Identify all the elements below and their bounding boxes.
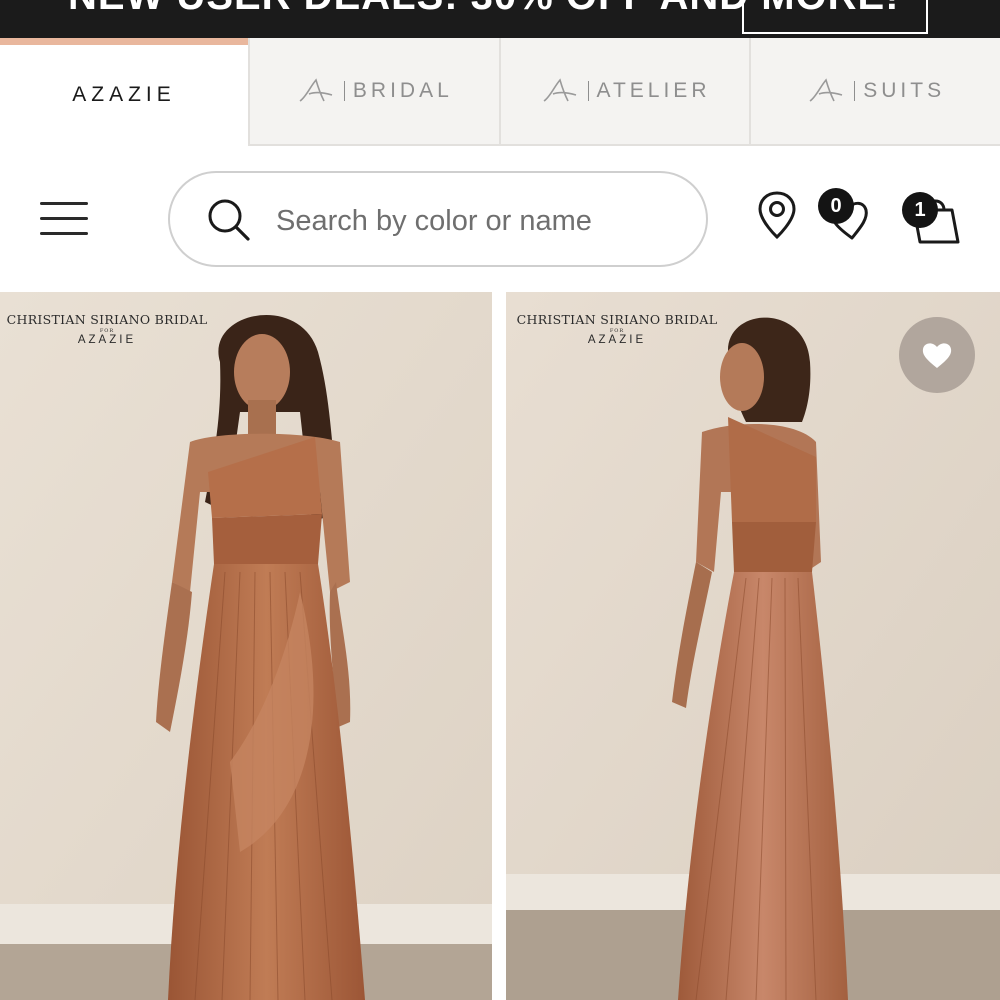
azazie-a-logo-icon bbox=[296, 77, 336, 105]
designer-name: CHRISTIAN SIRIANO BRIDAL bbox=[516, 312, 718, 327]
tab-azazie-label: AZAZIE bbox=[72, 83, 176, 106]
tab-atelier[interactable]: ATELIER bbox=[498, 38, 750, 146]
tab-divider bbox=[854, 81, 856, 101]
menu-icon[interactable] bbox=[40, 198, 90, 238]
tab-suits[interactable]: SUITS bbox=[749, 38, 1000, 146]
brand-tabs: AZAZIE BRIDAL ATELIER SUITS bbox=[0, 38, 1000, 146]
designer-logo: CHRISTIAN SIRIANO BRIDAL FOR AZAZIE bbox=[512, 312, 722, 346]
wishlist-button[interactable]: 0 bbox=[818, 188, 880, 244]
search-icon bbox=[208, 199, 250, 241]
tab-suits-label: SUITS bbox=[863, 79, 946, 102]
tab-azazie[interactable]: AZAZIE bbox=[0, 38, 248, 146]
model-front-illustration bbox=[0, 292, 492, 1000]
product-image-front[interactable]: CHRISTIAN SIRIANO BRIDAL FOR AZAZIE bbox=[0, 292, 492, 1000]
tab-divider bbox=[587, 81, 589, 101]
wishlist-count-badge: 0 bbox=[818, 188, 854, 224]
cart-count-badge: 1 bbox=[902, 192, 938, 228]
heart-filled-icon bbox=[922, 343, 952, 368]
search-input[interactable] bbox=[274, 195, 688, 247]
tab-bridal[interactable]: BRIDAL bbox=[248, 38, 499, 146]
search-bar[interactable] bbox=[168, 171, 708, 267]
site-header: 0 1 bbox=[0, 146, 1000, 292]
tab-divider bbox=[343, 81, 345, 101]
add-to-wishlist-button[interactable] bbox=[899, 317, 975, 393]
location-pin-icon[interactable] bbox=[756, 190, 798, 240]
model-back-illustration bbox=[506, 292, 1000, 1000]
azazie-a-logo-icon bbox=[540, 77, 580, 105]
designer-name: CHRISTIAN SIRIANO BRIDAL bbox=[6, 312, 208, 327]
tab-atelier-label: ATELIER bbox=[596, 79, 711, 102]
promo-banner: NEW USER DEALS: 30% OFF AND MORE! bbox=[0, 0, 1000, 38]
product-image-back[interactable]: CHRISTIAN SIRIANO BRIDAL FOR AZAZIE bbox=[506, 292, 1000, 1000]
azazie-a-logo-icon bbox=[806, 77, 846, 105]
cart-button[interactable]: 1 bbox=[900, 188, 964, 248]
designer-brand: AZAZIE bbox=[587, 334, 647, 346]
promo-shop-button[interactable] bbox=[742, 0, 928, 34]
designer-brand: AZAZIE bbox=[77, 334, 137, 346]
tab-bridal-label: BRIDAL bbox=[352, 79, 453, 102]
product-gallery: CHRISTIAN SIRIANO BRIDAL FOR AZAZIE CHRI… bbox=[0, 292, 1000, 1000]
designer-logo: CHRISTIAN SIRIANO BRIDAL FOR AZAZIE bbox=[2, 312, 212, 346]
